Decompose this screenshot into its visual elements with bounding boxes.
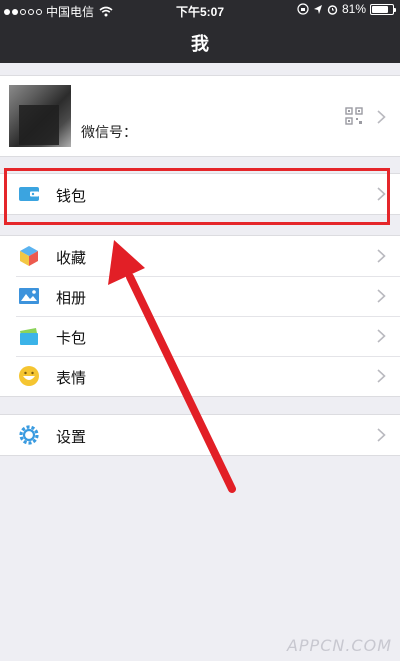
sticker-icon	[19, 366, 39, 386]
battery-fill	[372, 5, 389, 13]
menu-item-settings[interactable]: 设置	[0, 415, 400, 455]
battery-icon	[370, 3, 396, 15]
wechat-id-label: 微信号：	[81, 124, 137, 140]
menu-item-stickers[interactable]: 表情	[0, 356, 400, 396]
alarm-icon	[327, 4, 338, 15]
settings-group: 设置	[0, 414, 400, 456]
profile-card[interactable]	[0, 75, 400, 157]
qr-code-icon[interactable]	[345, 107, 363, 125]
chevron-right-icon	[377, 428, 386, 442]
menu-group: 收藏 相册 卡包 表情	[0, 235, 400, 397]
menu-item-cards[interactable]: 卡包	[0, 316, 400, 356]
status-bar: 中国电信 下午5:07 81%	[0, 0, 400, 20]
chevron-right-icon	[377, 249, 386, 263]
menu-label-album: 相册	[56, 290, 87, 307]
chevron-right-icon	[377, 329, 386, 343]
highlight-box	[4, 168, 390, 225]
menu-label-cards: 卡包	[56, 330, 87, 347]
avatar	[9, 85, 71, 147]
status-right: 81%	[297, 2, 396, 16]
menu-item-favorites[interactable]: 收藏	[0, 236, 400, 276]
favorites-icon	[20, 246, 38, 266]
page-title: 我	[191, 34, 209, 54]
chevron-right-icon	[377, 289, 386, 303]
menu-label-stickers: 表情	[56, 370, 87, 387]
lock-rotation-icon	[297, 3, 309, 15]
chevron-right-icon	[377, 369, 386, 383]
chevron-right-icon	[377, 110, 386, 124]
watermark: APPCN.COM	[286, 636, 392, 655]
menu-label-settings: 设置	[56, 429, 87, 446]
location-icon	[313, 4, 322, 14]
top-bar: 中国电信 下午5:07 81% 我	[0, 0, 400, 63]
menu-label-favorites: 收藏	[56, 250, 87, 267]
settings-icon	[19, 425, 39, 445]
album-icon	[19, 288, 39, 304]
menu-item-album[interactable]: 相册	[0, 276, 400, 316]
card-icon	[20, 328, 38, 345]
battery-percent: 81%	[341, 2, 366, 16]
